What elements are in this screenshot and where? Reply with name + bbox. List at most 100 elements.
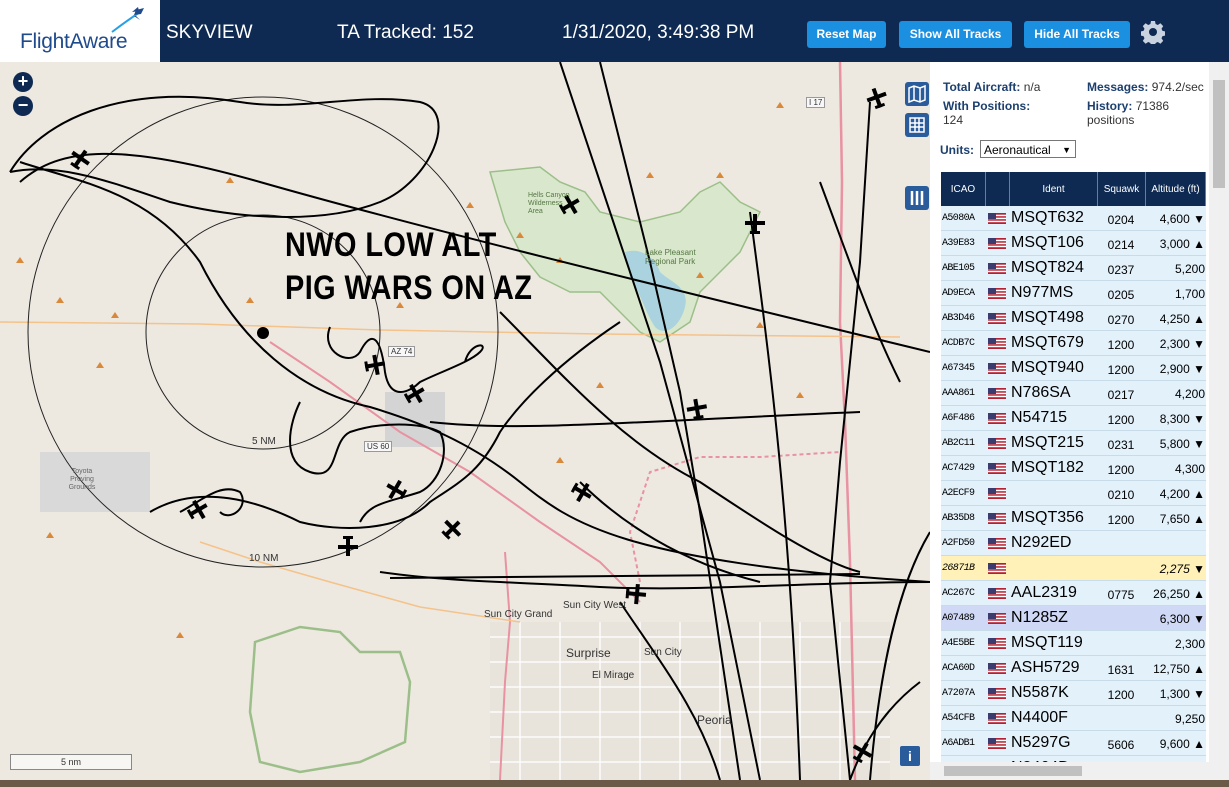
squawk-cell: 0217: [1107, 388, 1135, 402]
gear-icon[interactable]: [1141, 20, 1165, 44]
squawk-cell: 0210: [1107, 488, 1135, 502]
squawk-cell: 1200: [1107, 363, 1135, 377]
scrollbar-thumb-horizontal[interactable]: [944, 766, 1082, 776]
ident-cell: N5587K: [1011, 684, 1069, 701]
sidebar-toggle-button[interactable]: [905, 186, 929, 210]
ident-cell: N4400F: [1011, 709, 1068, 726]
grid-toggle-button[interactable]: [905, 113, 929, 137]
altitude-cell: 1,300 ▼: [1159, 687, 1205, 701]
us-flag-icon: [988, 413, 1006, 424]
hide-all-tracks-button[interactable]: Hide All Tracks: [1024, 21, 1130, 48]
us-flag-icon: [988, 313, 1006, 324]
info-button[interactable]: i: [900, 746, 920, 766]
zoom-in-button[interactable]: +: [13, 72, 33, 92]
map-view[interactable]: 5 NM 10 NM I 17 AZ 74 US 60 Hells Canyon…: [0, 62, 930, 780]
table-row[interactable]: A07489 N1285Z 6,300 ▼: [941, 606, 1206, 631]
altitude-cell: 2,300: [1174, 637, 1205, 651]
table-row[interactable]: AB3D46 MSQT498 0270 4,250 ▲: [941, 306, 1206, 331]
el-mirage-label: El Mirage: [592, 670, 635, 681]
table-row[interactable]: ABE105 MSQT824 0237 5,200: [941, 256, 1206, 281]
table-row[interactable]: A7207A N5587K 1200 1,300 ▼: [941, 681, 1206, 706]
table-row[interactable]: ACDB7C MSQT679 1200 2,300 ▼: [941, 331, 1206, 356]
us-flag-icon: [988, 288, 1006, 299]
table-row[interactable]: A6ADB1 N5297G 5606 9,600 ▲: [941, 731, 1206, 756]
col-flag[interactable]: [986, 172, 1010, 206]
table-row[interactable]: AB35D8 MSQT356 1200 7,650 ▲: [941, 506, 1206, 531]
table-row[interactable]: 26871B 2,275 ▼: [941, 556, 1206, 581]
icao-cell: AAA861: [942, 388, 975, 399]
vertical-scrollbar[interactable]: [1209, 62, 1229, 780]
history-stat: History: 71386 positions: [1087, 99, 1187, 127]
squawk-cell: 0214: [1107, 238, 1135, 252]
ident-cell: MSQT182: [1011, 459, 1084, 476]
top-bar: FlightAware SKYVIEW TA Tracked: 152 1/31…: [0, 0, 1229, 62]
dropdown-arrow-icon: ▼: [1062, 145, 1071, 155]
flightaware-logo[interactable]: FlightAware: [0, 0, 160, 62]
ident-cell: ASH5729: [1011, 659, 1080, 676]
squawk-cell: 1200: [1107, 688, 1135, 702]
reset-map-button[interactable]: Reset Map: [807, 21, 886, 48]
squawk-cell: 0204: [1107, 213, 1135, 227]
us-flag-icon: [988, 388, 1006, 399]
table-row[interactable]: A54CFB N4400F 9,250: [941, 706, 1206, 731]
table-row[interactable]: A39E83 MSQT106 0214 3,000 ▲: [941, 231, 1206, 256]
squawk-cell: 0231: [1107, 438, 1135, 452]
scrollbar-thumb[interactable]: [1213, 80, 1225, 188]
app-name: SKYVIEW: [166, 22, 253, 43]
map-canvas[interactable]: [0, 62, 930, 780]
squawk-cell: 1200: [1107, 413, 1135, 427]
sun-city-label: Sun City: [644, 647, 682, 658]
us-flag-icon: [988, 438, 1006, 449]
icao-cell: ACDB7C: [942, 338, 975, 349]
icao-cell: A07489: [942, 613, 975, 624]
us-flag-icon: [988, 213, 1006, 224]
altitude-cell: 12,750 ▲: [1153, 662, 1205, 676]
altitude-cell: 4,600 ▼: [1159, 212, 1205, 226]
altitude-cell: 6,300 ▼: [1159, 612, 1205, 626]
table-row[interactable]: A4E5BE MSQT119 2,300: [941, 631, 1206, 656]
us-flag-icon: [988, 263, 1006, 274]
ident-cell: MSQT679: [1011, 334, 1084, 351]
horizontal-scrollbar[interactable]: [930, 762, 1209, 780]
zoom-out-button[interactable]: −: [13, 96, 33, 116]
map-layers-button[interactable]: [905, 82, 929, 106]
grid-icon: [909, 117, 925, 133]
show-all-tracks-button[interactable]: Show All Tracks: [899, 21, 1012, 48]
table-row[interactable]: A5080A MSQT632 0204 4,600 ▼: [941, 206, 1206, 231]
ident-cell: AAL2319: [1011, 584, 1077, 601]
squawk-cell: 0270: [1107, 313, 1135, 327]
altitude-cell: 2,275 ▼: [1159, 562, 1205, 576]
positions-value: 124: [943, 113, 964, 127]
table-row[interactable]: ACA60D ASH5729 1631 12,750 ▲: [941, 656, 1206, 681]
table-row[interactable]: A6F486 N54715 1200 8,300 ▼: [941, 406, 1206, 431]
icao-cell: A6F486: [942, 413, 975, 424]
units-select[interactable]: Aeronautical ▼: [980, 140, 1076, 158]
range-ring-10nm-label: 10 NM: [249, 553, 279, 564]
messages-label: Messages:: [1087, 80, 1149, 94]
col-squawk[interactable]: Squawk: [1098, 172, 1146, 206]
positions-label: With Positions:: [943, 99, 1031, 113]
table-row[interactable]: A2FD50 N292ED: [941, 531, 1206, 556]
table-row[interactable]: AD9ECA N977MS 0205 1,700: [941, 281, 1206, 306]
us-flag-icon: [988, 688, 1006, 699]
col-ident[interactable]: Ident: [1010, 172, 1098, 206]
us-flag-icon: [988, 638, 1006, 649]
table-row[interactable]: AB2C11 MSQT215 0231 5,800 ▼: [941, 431, 1206, 456]
table-row[interactable]: AC267C AAL2319 0775 26,250 ▲: [941, 581, 1206, 606]
table-row[interactable]: AC7429 MSQT182 1200 4,300: [941, 456, 1206, 481]
messages-value: 974.2/sec: [1151, 80, 1204, 94]
ident-cell: N54715: [1011, 409, 1068, 426]
icao-cell: AC267C: [942, 588, 975, 599]
sun-city-grand-label: Sun City Grand: [484, 609, 553, 620]
icao-cell: A2FD50: [942, 538, 975, 549]
hells-canyon-label: Hells Canyon Wilderness Area: [528, 192, 570, 215]
surprise-label: Surprise: [566, 646, 611, 660]
table-row[interactable]: A67345 MSQT940 1200 2,900 ▼: [941, 356, 1206, 381]
table-row[interactable]: AAA861 N786SA 0217 4,200: [941, 381, 1206, 406]
current-datetime: 1/31/2020, 3:49:38 PM: [562, 22, 755, 43]
col-altitude[interactable]: Altitude (ft): [1146, 172, 1206, 206]
altitude-cell: 2,300 ▼: [1159, 337, 1205, 351]
col-icao[interactable]: ICAO: [941, 172, 986, 206]
altitude-cell: 8,300 ▼: [1159, 412, 1205, 426]
table-row[interactable]: A2ECF9 0210 4,200 ▲: [941, 481, 1206, 506]
